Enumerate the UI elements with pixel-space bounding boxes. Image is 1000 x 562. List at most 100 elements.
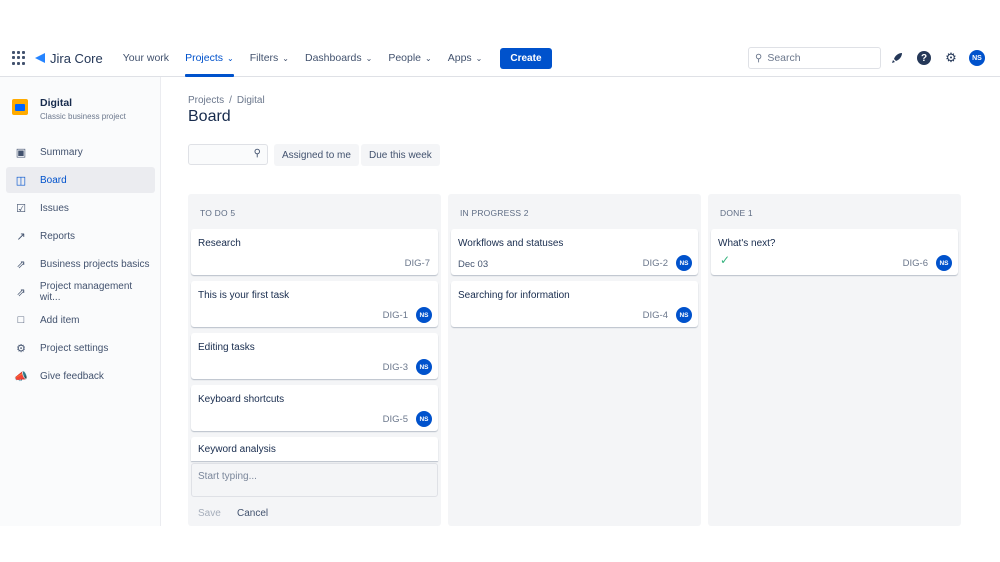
create-button[interactable]: Create	[500, 47, 552, 69]
chevron-down-icon: ⌄	[227, 53, 234, 63]
column-in-progress: IN PROGRESS 2 Workflows and statuses Dec…	[448, 194, 701, 526]
settings-button[interactable]: ⚙	[942, 49, 960, 67]
logo-text: Jira Core	[50, 50, 103, 66]
column-todo: TO DO 5 Research DIG-7 This is your firs…	[188, 194, 441, 526]
filter-assigned-to-me[interactable]: Assigned to me	[274, 144, 359, 166]
issue-card[interactable]: Workflows and statuses Dec 03 DIG-2 NS	[451, 229, 698, 275]
issue-title: Searching for information	[458, 290, 570, 301]
search-input[interactable]: ⚲ Search	[748, 47, 881, 69]
sidebar-item-label: Board	[40, 174, 67, 186]
sidebar-item-project-settings[interactable]: ⚙ Project settings	[6, 335, 155, 361]
sidebar-item-label: Issues	[40, 202, 69, 214]
breadcrumb-separator: /	[229, 95, 232, 106]
issue-key: DIG-6	[902, 258, 928, 269]
board-icon: ◫	[15, 174, 27, 187]
sidebar-item-label: Add item	[40, 314, 80, 326]
nav-people-label: People	[388, 52, 422, 64]
issue-card[interactable]: This is your first task DIG-1 NS	[191, 281, 438, 327]
chevron-down-icon: ⌄	[282, 53, 289, 63]
reports-icon: ↗	[16, 230, 26, 243]
sidebar-item-add-item[interactable]: □ Add item	[6, 307, 155, 333]
nav-apps-label: Apps	[447, 52, 472, 64]
summary-icon: ▣	[15, 146, 27, 159]
nav-projects-label: Projects	[185, 52, 223, 64]
issue-key: DIG-2	[642, 258, 668, 269]
jira-logo[interactable]: Jira Core	[34, 51, 103, 66]
issue-key: DIG-5	[382, 414, 408, 425]
project-avatar-icon	[12, 99, 28, 115]
assignee-avatar[interactable]: NS	[936, 255, 952, 271]
issue-card[interactable]: Keyboard shortcuts DIG-5 NS	[191, 385, 438, 431]
column-header: TO DO 5	[200, 208, 236, 218]
checkmark-icon: ✓	[720, 253, 731, 267]
issue-title: What's next?	[718, 238, 776, 249]
filter-due-this-week[interactable]: Due this week	[361, 144, 440, 166]
assignee-avatar[interactable]: NS	[416, 359, 432, 375]
board-search-input[interactable]: ⚲	[188, 144, 268, 165]
nav-filters[interactable]: Filters ⌄	[242, 40, 297, 77]
nav-your-work[interactable]: Your work	[115, 40, 177, 77]
sidebar-item-business-basics[interactable]: ⇗ Business projects basics	[6, 251, 155, 277]
user-avatar[interactable]: NS	[969, 50, 985, 66]
issue-key: DIG-7	[404, 258, 430, 269]
sidebar-item-issues[interactable]: ☑ Issues	[6, 195, 155, 221]
external-link-icon: ⇗	[16, 258, 26, 271]
issue-title: Keyword analysis	[198, 444, 276, 455]
nav-dashboards-label: Dashboards	[305, 52, 362, 64]
issue-title: This is your first task	[198, 290, 290, 301]
issue-card[interactable]: Searching for information DIG-4 NS	[451, 281, 698, 327]
issue-card[interactable]: Keyword analysis	[191, 437, 438, 461]
breadcrumb: Projects / Digital	[188, 95, 265, 106]
breadcrumb-projects[interactable]: Projects	[188, 95, 224, 106]
gear-icon: ⚙	[16, 342, 26, 355]
project-type: Classic business project	[40, 112, 126, 121]
help-button[interactable]: ?	[915, 49, 933, 67]
page-title: Board	[188, 108, 231, 125]
sidebar-item-board[interactable]: ◫ Board	[6, 167, 155, 193]
project-header[interactable]: Digital Classic business project	[0, 77, 160, 137]
project-name: Digital	[40, 97, 73, 109]
issues-icon: ☑	[16, 202, 26, 215]
breadcrumb-digital[interactable]: Digital	[237, 95, 265, 106]
create-issue-input[interactable]: Start typing...	[191, 463, 438, 497]
assignee-avatar[interactable]: NS	[416, 411, 432, 427]
jira-logo-icon	[35, 53, 45, 63]
column-header: IN PROGRESS 2	[460, 208, 529, 218]
sidebar-item-project-management[interactable]: ⇗ Project management wit...	[6, 279, 155, 305]
sidebar-item-give-feedback[interactable]: 📣 Give feedback	[6, 363, 155, 389]
assignee-avatar[interactable]: NS	[416, 307, 432, 323]
sidebar-item-reports[interactable]: ↗ Reports	[6, 223, 155, 249]
sidebar-item-label: Summary	[40, 146, 83, 158]
chevron-down-icon: ⌄	[365, 53, 373, 63]
chevron-down-icon: ⌄	[425, 53, 432, 63]
search-icon: ⚲	[253, 148, 261, 159]
assignee-avatar[interactable]: NS	[676, 307, 692, 323]
nav-your-work-label: Your work	[122, 52, 170, 64]
issue-title: Keyboard shortcuts	[198, 394, 285, 405]
help-icon: ?	[917, 51, 931, 65]
issue-card[interactable]: Editing tasks DIG-3 NS	[191, 333, 438, 379]
nav-apps[interactable]: Apps ⌄	[440, 40, 491, 77]
assignee-avatar[interactable]: NS	[676, 255, 692, 271]
due-date: Dec 03	[458, 259, 489, 270]
sidebar-item-summary[interactable]: ▣ Summary	[6, 139, 155, 165]
chevron-down-icon: ⌄	[475, 53, 483, 63]
save-button[interactable]: Save	[198, 508, 221, 519]
top-navigation: Jira Core Your work Projects ⌄ Filters ⌄ D…	[0, 40, 1000, 77]
create-issue-placeholder: Start typing...	[198, 471, 257, 482]
cancel-button[interactable]: Cancel	[237, 508, 268, 519]
issue-card[interactable]: Research DIG-7	[191, 229, 438, 275]
notifications-icon[interactable]	[888, 49, 906, 67]
nav-dashboards[interactable]: Dashboards ⌄	[297, 40, 380, 77]
megaphone-icon: 📣	[14, 370, 28, 383]
app-switcher-icon[interactable]	[12, 51, 26, 65]
nav-filters-label: Filters	[249, 52, 279, 64]
sidebar-item-label: Business projects basics	[40, 258, 150, 270]
issue-title: Editing tasks	[198, 342, 255, 353]
external-link-icon: ⇗	[16, 286, 26, 299]
column-done: DONE 1 What's next? ✓ DIG-6 NS	[708, 194, 961, 526]
issue-card[interactable]: What's next? ✓ DIG-6 NS	[711, 229, 958, 275]
issue-key: DIG-1	[382, 310, 408, 321]
nav-people[interactable]: People ⌄	[380, 40, 439, 77]
nav-projects[interactable]: Projects ⌄	[177, 40, 242, 77]
